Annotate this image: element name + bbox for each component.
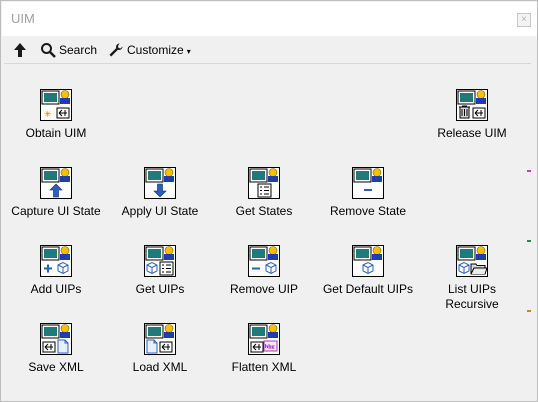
customize-label: Customize [127,43,184,57]
item-label: Add UIPs [30,282,82,296]
minus-icon [352,167,384,199]
wrench-icon [109,43,123,57]
palette-item-load-xml[interactable]: Load XML [110,323,210,393]
item-label: List UIPs [447,282,496,296]
search-label: Search [59,43,98,57]
save-xml-icon [40,323,72,355]
toolbar: Search Customize ▾ [2,37,537,62]
gutter-mark [527,170,531,172]
item-label: Get Default UIPs [322,282,414,296]
palette-item-add-uips[interactable]: Add UIPs [6,245,106,315]
palette-item-remove-state[interactable]: Remove State [318,167,418,237]
item-label: Flatten XML [231,360,297,374]
palette-item-list-uips-recursive[interactable]: List UIPs Recursive [422,245,522,315]
palette-item-get-uips[interactable]: Get UIPs [110,245,210,315]
close-button[interactable]: × [517,13,531,27]
flatten-xml-icon [248,323,280,355]
item-label: Release UIM [437,126,507,140]
svg-text:✳: ✳ [44,110,52,120]
customize-button[interactable]: Customize ▾ [108,40,191,60]
capture-icon [40,167,72,199]
item-label: Load XML [132,360,188,374]
list-icon [248,167,280,199]
item-label: Remove UIP [229,282,299,296]
item-label: Capture UI State [11,204,101,218]
item-label: Get UIPs [135,282,185,296]
palette-window: UIM × Search Customize ▾ ✳ Obtain UIM Re… [0,0,538,402]
search-button[interactable]: Search [40,40,97,60]
close-icon: × [521,14,527,25]
window-title: UIM [11,11,35,26]
palette-item-get-default-uips[interactable]: Get Default UIPs [318,245,418,315]
minus-cube-icon [248,245,280,277]
cube-list-icon [144,245,176,277]
item-label: Save XML [28,360,84,374]
palette-item-apply-ui-state[interactable]: Apply UI State [110,167,210,237]
palette-item-save-xml[interactable]: Save XML [6,323,106,393]
palette-item-release-uim[interactable]: Release UIM [422,89,522,159]
search-icon [41,43,56,58]
cube-icon [352,245,384,277]
chevron-down-icon: ▾ [186,46,191,56]
obtain-icon: ✳ [40,89,72,121]
item-label: Obtain UIM [25,126,87,140]
palette-item-get-states[interactable]: Get States [214,167,314,237]
arrow-up-icon [14,43,26,57]
cube-folder-icon [456,245,488,277]
palette-item-remove-uip[interactable]: Remove UIP [214,245,314,315]
release-icon [456,89,488,121]
item-label: Get States [235,204,293,218]
gutter-mark [527,240,531,242]
apply-icon [144,167,176,199]
palette-item-flatten-xml[interactable]: Flatten XML [214,323,314,393]
up-button[interactable] [12,40,28,60]
item-label-line2: Recursive [445,297,499,311]
item-label: Remove State [329,204,407,218]
title-bar[interactable]: UIM × [2,2,537,36]
palette-item-capture-ui-state[interactable]: Capture UI State [6,167,106,237]
load-xml-icon [144,323,176,355]
palette-item-obtain-uim[interactable]: ✳ Obtain UIM [6,89,106,159]
plus-cube-icon [40,245,72,277]
gutter-mark [527,310,531,312]
function-palette: ✳ Obtain UIM Release UIM Capture UI Stat… [4,63,531,397]
item-label: Apply UI State [121,204,199,218]
